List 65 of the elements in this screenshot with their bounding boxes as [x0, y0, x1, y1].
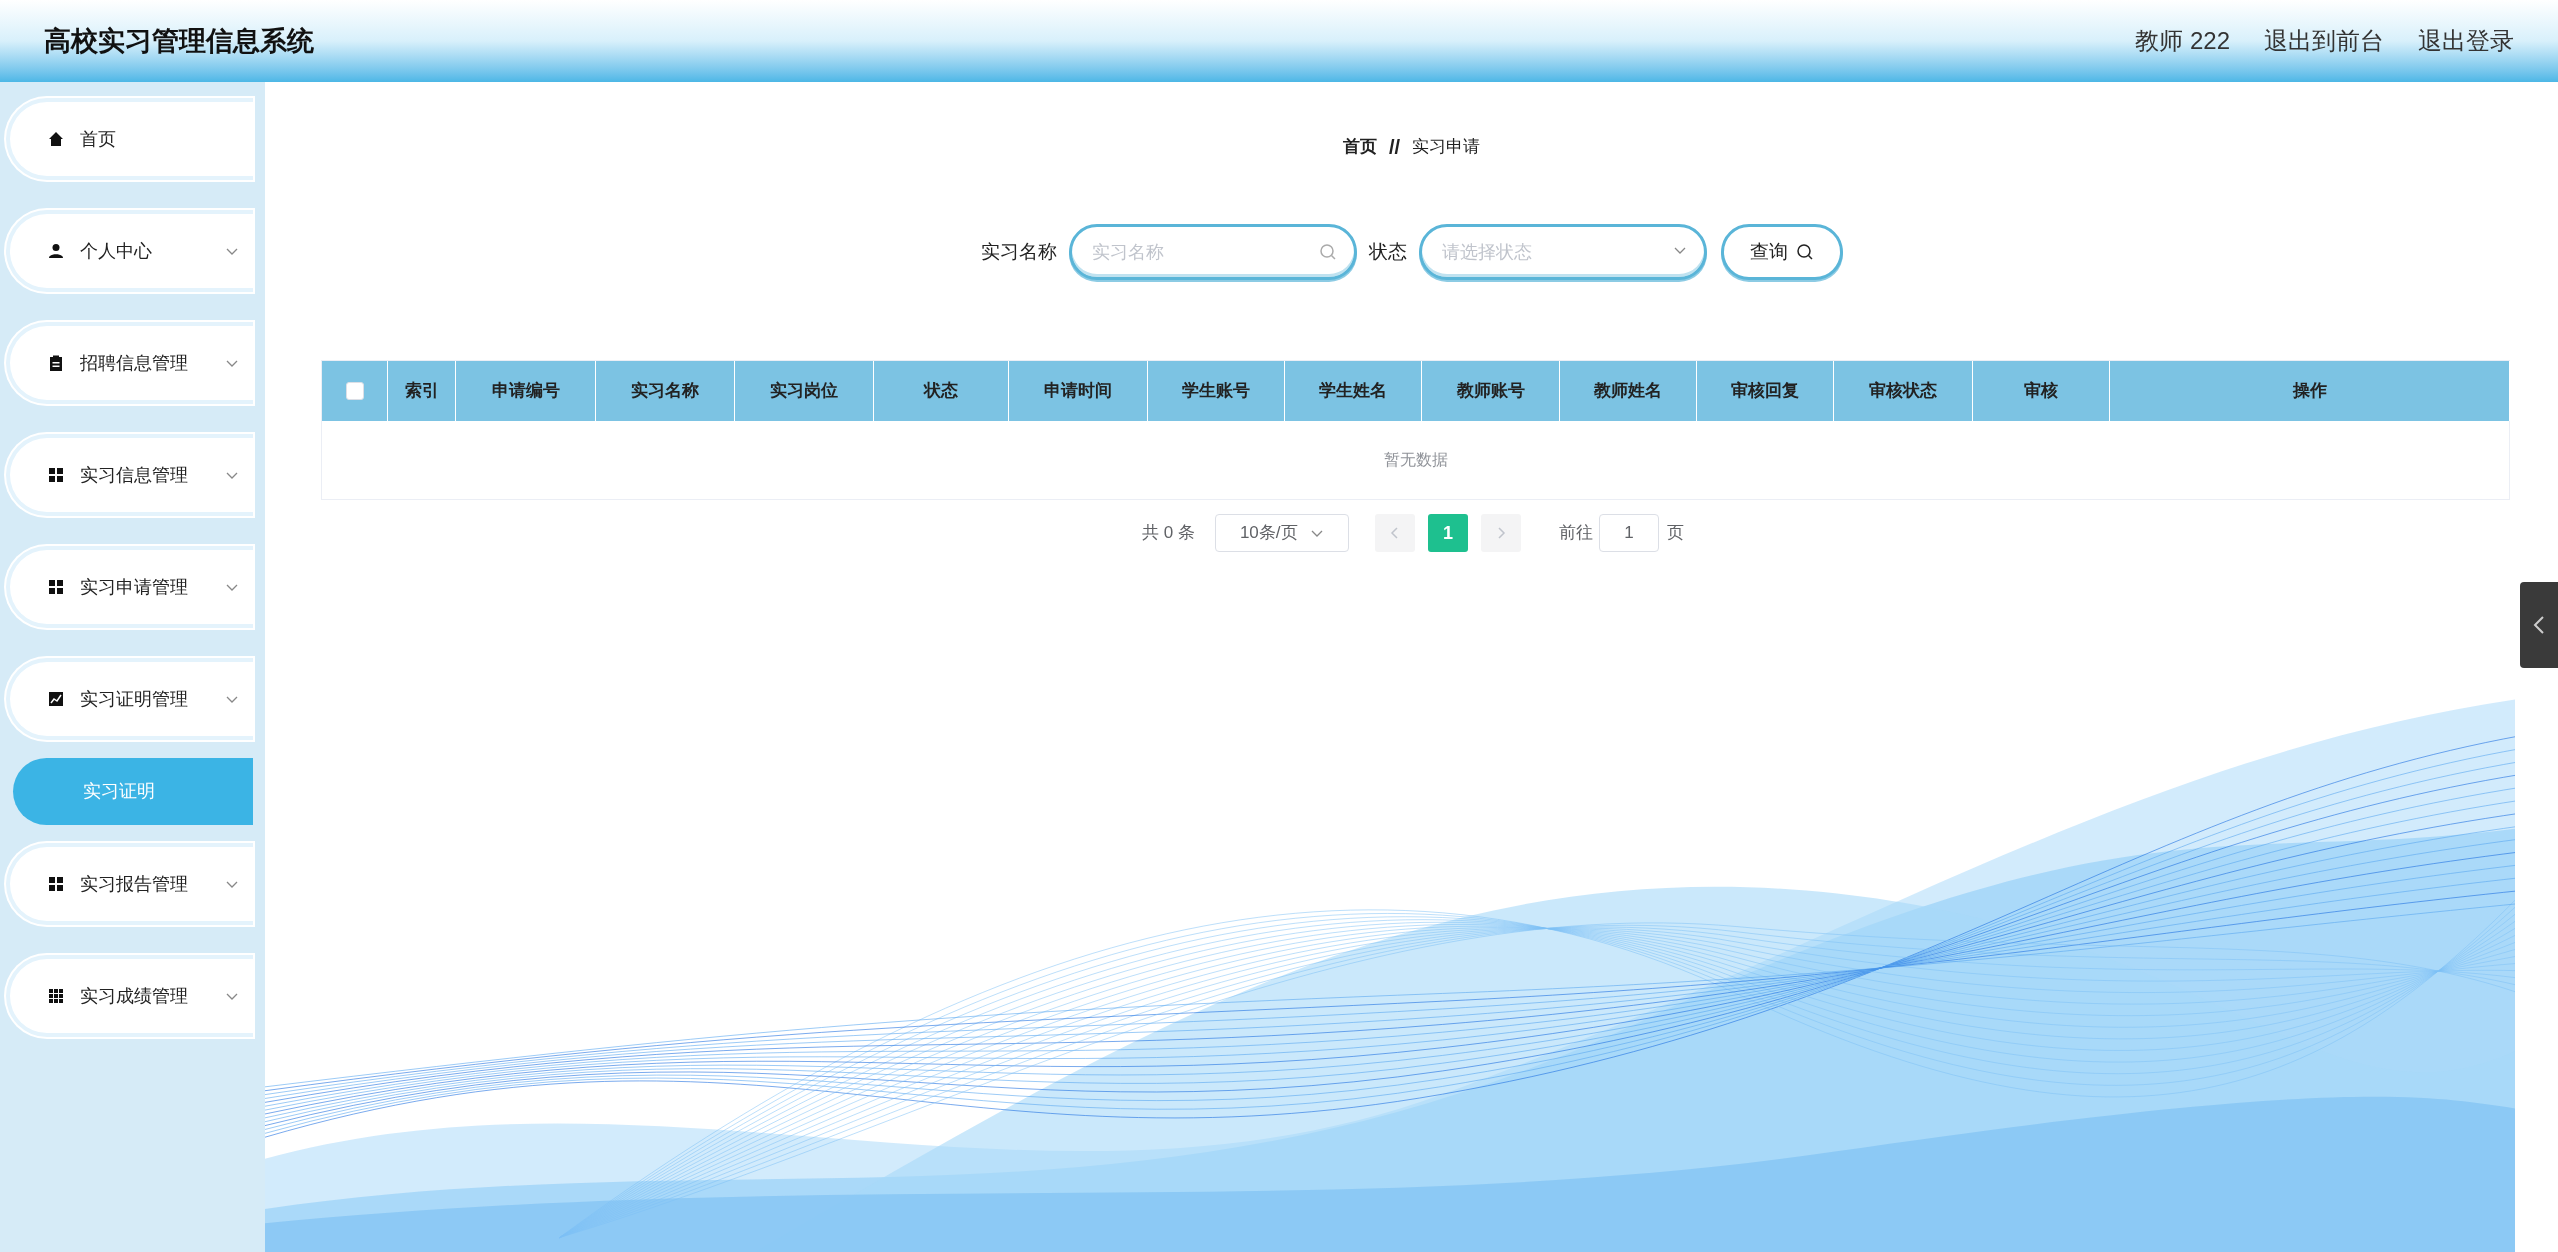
column-header: 操作 [2110, 361, 2510, 421]
sidebar-item-label: 首页 [80, 127, 117, 151]
search-icon [1318, 243, 1337, 261]
column-header: 学生姓名 [1285, 361, 1422, 421]
sidebar-item[interactable]: 实习报告管理 [6, 843, 253, 925]
chevron-left-icon [1389, 526, 1400, 540]
breadcrumb-link[interactable]: 首页 [1342, 134, 1377, 160]
sidebar-item[interactable]: 个人中心 [6, 210, 253, 292]
collapse-handle[interactable] [2520, 582, 2558, 668]
sidebar-item-label: 实习申请管理 [80, 575, 189, 599]
column-header: 申请时间 [1009, 361, 1148, 421]
app-title: 高校实习管理信息系统 [44, 24, 314, 58]
column-header: 审核回复 [1697, 361, 1834, 421]
sidebar-item-label: 实习信息管理 [80, 463, 189, 487]
column-header: 学生账号 [1148, 361, 1285, 421]
goto-label: 前往 [1558, 522, 1593, 545]
sidebar-item-label: 个人中心 [80, 239, 153, 263]
column-header: 教师账号 [1422, 361, 1560, 421]
goto-page-field[interactable]: 1 [1598, 514, 1659, 552]
grid-icon [48, 467, 64, 483]
home-icon [48, 131, 64, 147]
sidebar-item[interactable]: 实习证明管理 [6, 658, 253, 740]
select-all-checkbox[interactable] [345, 382, 364, 400]
sidebar-item[interactable]: 实习成绩管理 [6, 955, 253, 1037]
sidebar-item[interactable]: 首页 [6, 98, 253, 180]
column-header: 实习名称 [596, 361, 735, 421]
sidebar-item-label: 实习报告管理 [80, 872, 189, 896]
header-link[interactable]: 退出登录 [2418, 23, 2514, 59]
sidebar-item-label: 招聘信息管理 [80, 351, 189, 375]
chevron-right-icon [1495, 526, 1506, 540]
column-header: 审核 [1973, 361, 2110, 421]
page-size-select[interactable]: 10条/页 [1214, 514, 1349, 552]
grid-icon [48, 988, 64, 1004]
empty-message: 暂无数据 [1383, 450, 1448, 470]
column-header: 审核状态 [1834, 361, 1973, 421]
column-header: 状态 [874, 361, 1009, 421]
chevron-left-icon [2533, 615, 2545, 635]
user-name: 教师 222 [2135, 26, 2230, 56]
field-label: 实习名称 [980, 239, 1057, 264]
next-page-button[interactable] [1480, 514, 1521, 552]
breadcrumb-separator: // [1388, 135, 1401, 160]
sidebar-item-label: 实习成绩管理 [80, 984, 189, 1008]
sidebar-item[interactable]: 实习申请管理 [6, 546, 253, 628]
column-header: 实习岗位 [735, 361, 874, 421]
column-header: 索引 [388, 361, 456, 421]
sidebar-item-label: 实习证明管理 [80, 687, 189, 711]
previous-page-button[interactable] [1374, 514, 1415, 552]
chart-icon [48, 691, 64, 707]
search-icon [1795, 243, 1814, 261]
column-header: 教师姓名 [1560, 361, 1697, 421]
grid-icon [48, 876, 64, 892]
search-field[interactable]: 实习名称 [1068, 224, 1357, 280]
header-link[interactable]: 退出到前台 [2264, 23, 2384, 59]
status-select[interactable]: 请选择状态 [1418, 224, 1707, 280]
user-icon [48, 243, 64, 259]
breadcrumb-current: 实习申请 [1412, 136, 1481, 159]
field-label: 状态 [1368, 239, 1407, 264]
sidebar-item[interactable]: 实习信息管理 [6, 434, 253, 516]
clipboard-icon [48, 355, 64, 371]
total-count: 共 0 条 [1142, 522, 1195, 545]
sidebar-item[interactable]: 招聘信息管理 [6, 322, 253, 404]
column-header: 申请编号 [456, 361, 596, 421]
grid-icon [48, 579, 64, 595]
query-button[interactable]: 查询 [1720, 224, 1843, 280]
goto-suffix: 页 [1666, 522, 1684, 545]
